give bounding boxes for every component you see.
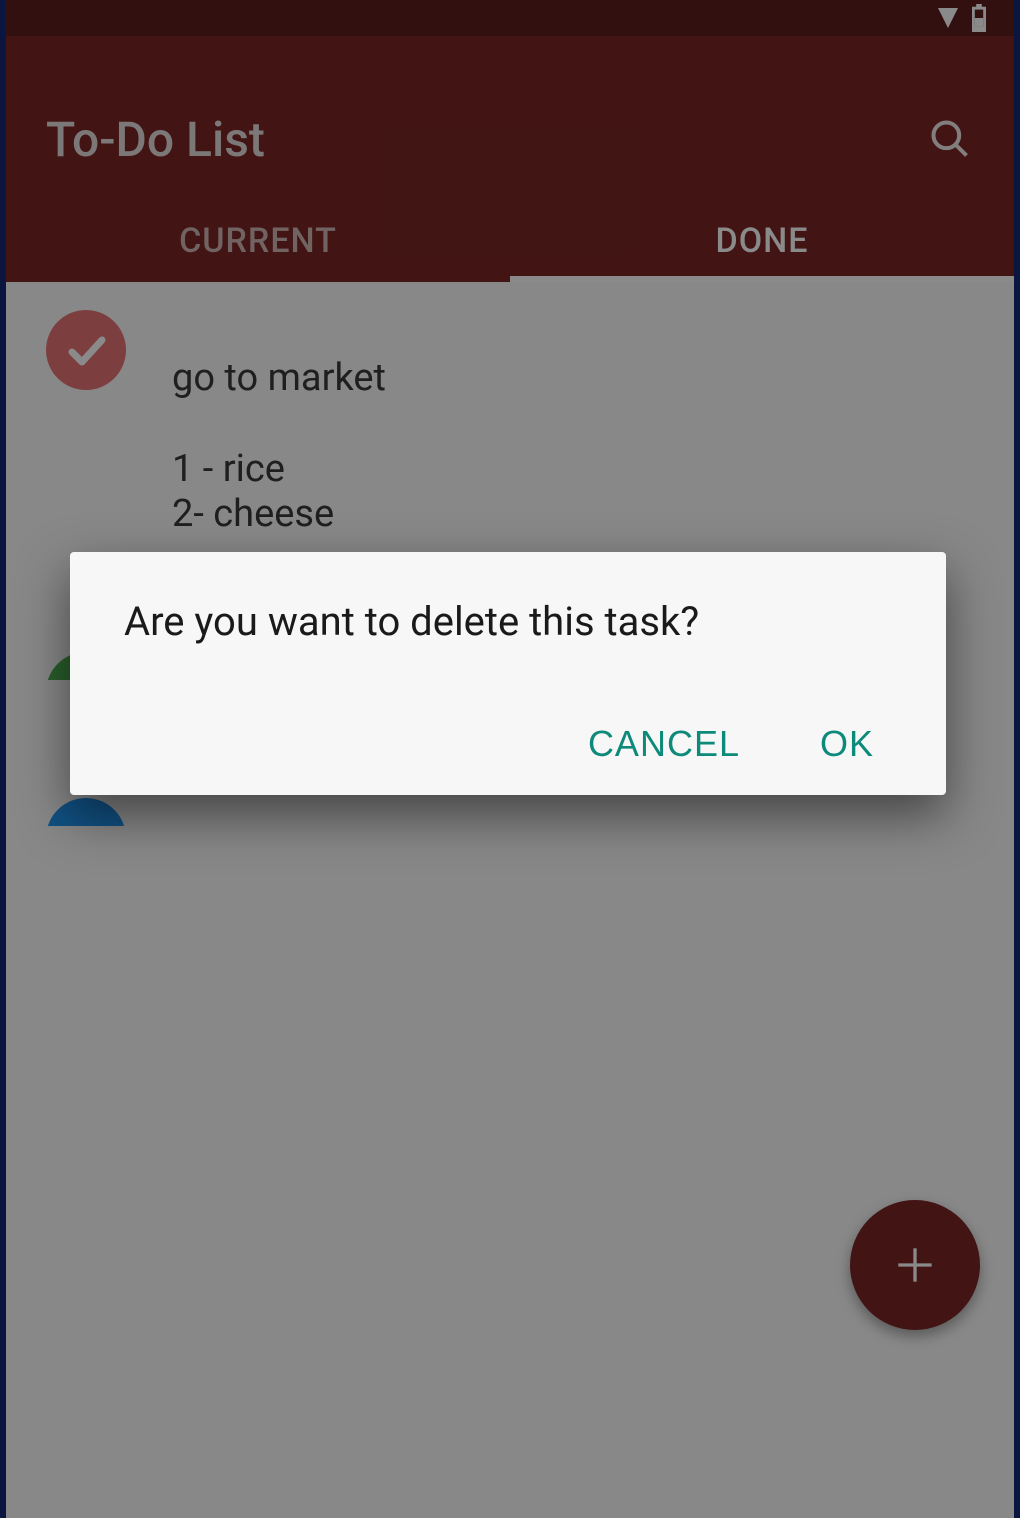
dialog-message: Are you want to delete this task?: [124, 598, 892, 645]
cancel-button[interactable]: CANCEL: [588, 723, 740, 765]
ok-button[interactable]: OK: [820, 723, 874, 765]
delete-confirm-dialog: Are you want to delete this task? CANCEL…: [70, 552, 946, 795]
dialog-actions: CANCEL OK: [124, 723, 892, 765]
